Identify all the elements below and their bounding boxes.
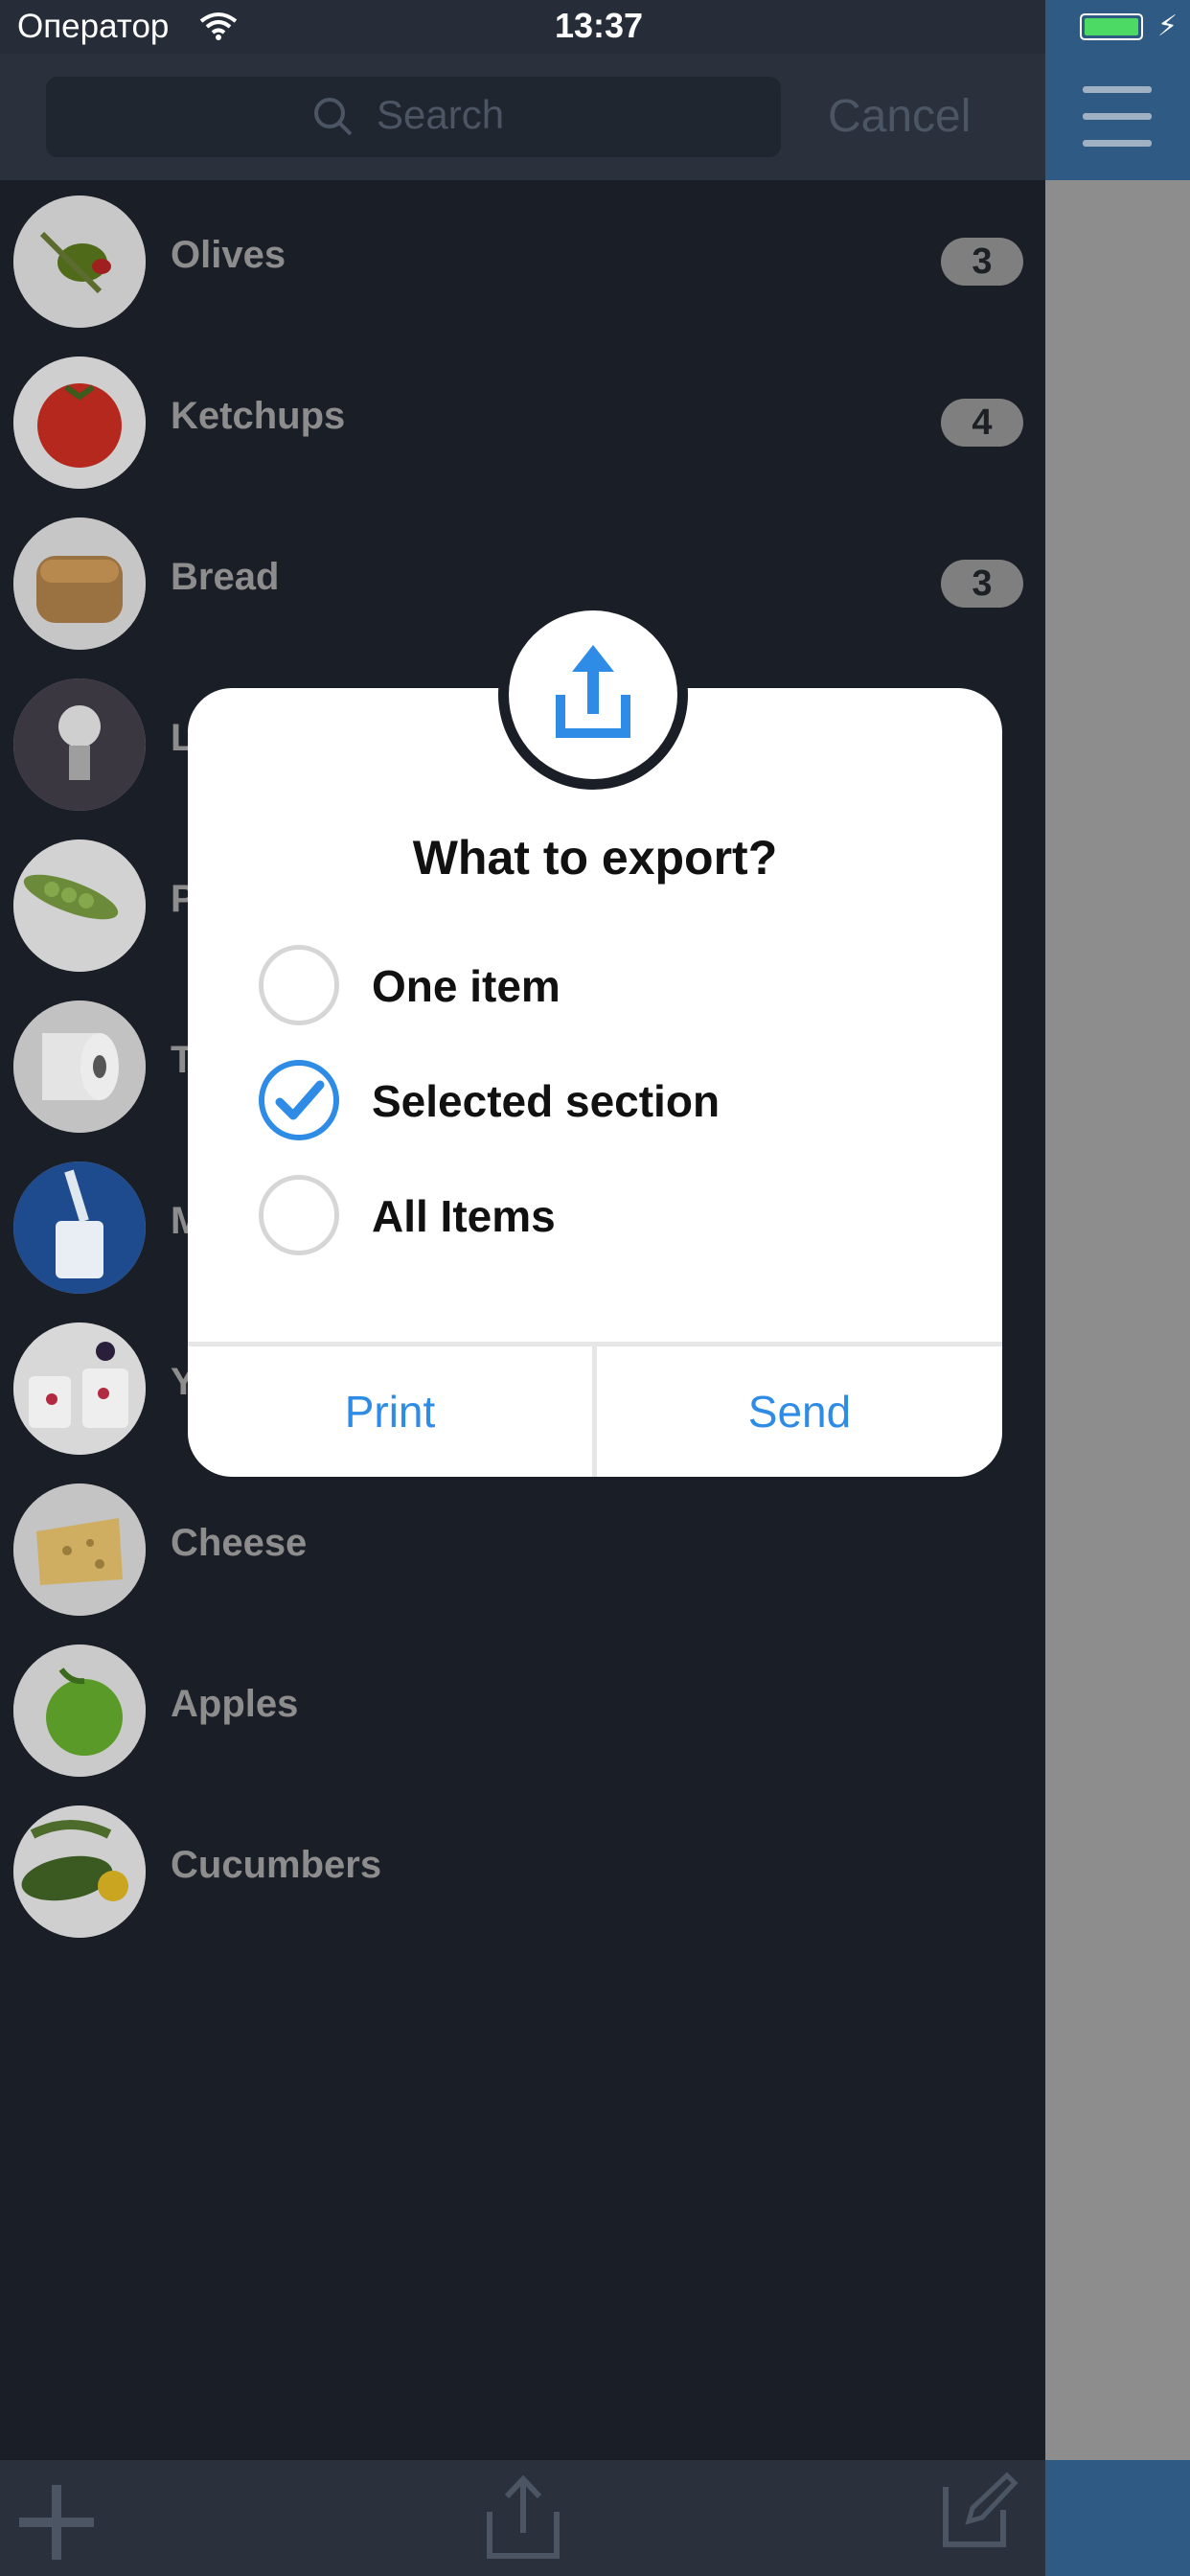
- list-item[interactable]: Ketchups 4: [0, 341, 1045, 502]
- search-placeholder: Search: [377, 92, 505, 137]
- send-button[interactable]: Send: [597, 1346, 1002, 1477]
- cucumber-photo: [13, 1806, 146, 1938]
- search-icon: [314, 98, 353, 136]
- item-name: Bread: [171, 556, 280, 598]
- option-label: Selected section: [372, 1076, 721, 1126]
- export-badge: [498, 600, 688, 790]
- toilet-paper-photo: [13, 1000, 146, 1133]
- compose-icon[interactable]: [942, 2472, 1018, 2548]
- olive-photo: [13, 196, 146, 328]
- radio-unchecked[interactable]: [259, 1175, 339, 1255]
- list-item[interactable]: Apples: [0, 1629, 1045, 1790]
- export-dialog: What to export? One item Selected sectio…: [188, 688, 1002, 1477]
- dialog-title: What to export?: [412, 831, 778, 885]
- share-icon[interactable]: [484, 2473, 562, 2562]
- tomato-photo: [13, 356, 146, 489]
- side-panel: [1045, 0, 1190, 2576]
- hamburger-menu-icon[interactable]: [1083, 86, 1152, 148]
- bread-photo: [13, 518, 146, 650]
- list-item[interactable]: Olives 3: [0, 180, 1045, 341]
- count-badge: 3: [941, 560, 1023, 608]
- item-name: Apples: [171, 1683, 299, 1725]
- item-name: Olives: [171, 234, 286, 276]
- count-badge: 4: [941, 399, 1023, 447]
- peas-photo: [13, 840, 146, 972]
- item-name: Cheese: [171, 1522, 308, 1564]
- list-item[interactable]: Cucumbers: [0, 1790, 1045, 1951]
- item-name: Ketchups: [171, 395, 346, 437]
- option-selected-section[interactable]: Selected section: [259, 1060, 929, 1148]
- light-bulb-photo: [13, 678, 146, 811]
- option-label: All Items: [372, 1191, 556, 1241]
- count-badge: 3: [941, 238, 1023, 286]
- milk-photo: [13, 1162, 146, 1294]
- print-button[interactable]: Print: [188, 1346, 592, 1477]
- radio-checked[interactable]: [259, 1060, 339, 1140]
- status-time: 13:37: [554, 6, 644, 45]
- radio-unchecked[interactable]: [259, 945, 339, 1025]
- side-panel-footer: [1045, 2460, 1190, 2576]
- list-item[interactable]: Cheese: [0, 1468, 1045, 1629]
- bottom-toolbar: [0, 2460, 1045, 2576]
- item-name: Cucumbers: [171, 1844, 382, 1886]
- apple-photo: [13, 1644, 146, 1777]
- yogurt-photo: [13, 1322, 146, 1455]
- cancel-button[interactable]: Cancel: [828, 90, 971, 143]
- search-input[interactable]: Search: [46, 77, 781, 157]
- checkmark-icon: [275, 1080, 325, 1120]
- option-label: One item: [372, 961, 561, 1011]
- search-header: Search Cancel: [0, 54, 1045, 180]
- charging-icon: ⚡: [1157, 11, 1179, 42]
- cheese-photo: [13, 1484, 146, 1616]
- option-one-item[interactable]: One item: [259, 945, 929, 1033]
- option-all-items[interactable]: All Items: [259, 1175, 929, 1263]
- battery-icon: [1080, 13, 1143, 40]
- add-icon[interactable]: [19, 2485, 94, 2560]
- export-icon: [556, 645, 630, 738]
